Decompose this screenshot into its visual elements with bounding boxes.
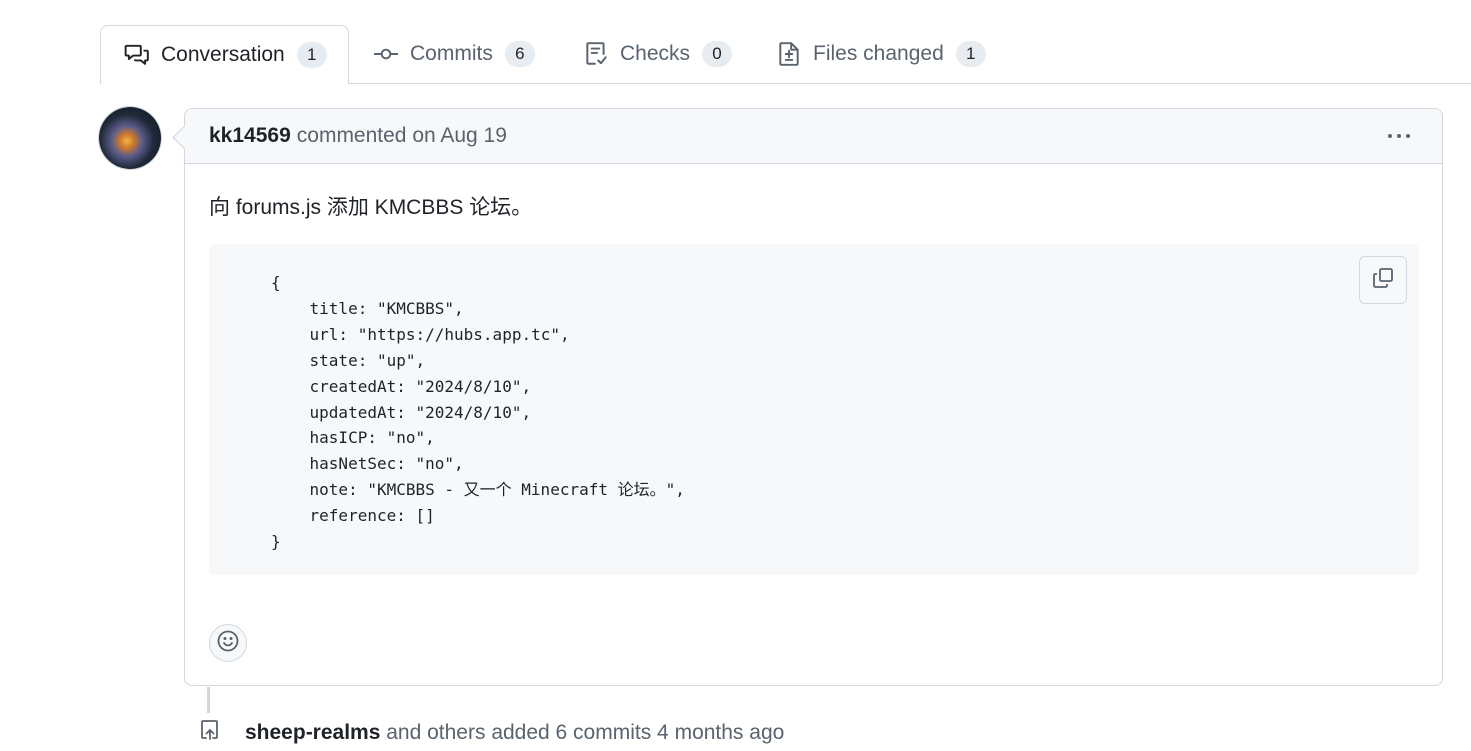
comment-body-text: 向 forums.js 添加 KMCBBS 论坛。 — [209, 196, 533, 219]
tab-commits[interactable]: Commits 6 — [373, 25, 535, 83]
tab-checks-label: Checks — [620, 42, 691, 65]
add-reaction-button[interactable] — [209, 624, 247, 662]
tab-files-changed-label: Files changed — [813, 42, 944, 65]
smiley-icon — [216, 629, 240, 658]
repo-push-icon — [198, 718, 222, 747]
push-event-badge — [191, 713, 229, 751]
code-content: { title: "KMCBBS", url: "https://hubs.ap… — [271, 273, 685, 552]
tab-files-changed-count: 1 — [955, 41, 986, 67]
kebab-dot — [1406, 134, 1410, 138]
git-commit-icon — [373, 41, 399, 67]
copy-icon — [1371, 266, 1395, 295]
tab-conversation-label: Conversation — [161, 43, 285, 66]
comment-timestamp[interactable]: commented on Aug 19 — [297, 124, 507, 148]
more-options-button[interactable] — [1382, 123, 1416, 149]
avatar[interactable] — [99, 107, 161, 169]
comment-header: kk14569 commented on Aug 19 — [185, 109, 1442, 164]
tab-checks[interactable]: Checks 0 — [583, 25, 733, 83]
tab-commits-count: 6 — [504, 41, 535, 67]
code-block: { title: "KMCBBS", url: "https://hubs.ap… — [209, 244, 1419, 575]
tab-checks-count: 0 — [702, 41, 733, 67]
pr-tab-bar: Conversation 1 Commits 6 Checks 0 Files … — [100, 25, 1471, 84]
tab-conversation[interactable]: Conversation 1 — [100, 25, 349, 84]
checklist-icon — [583, 41, 609, 67]
comment-box: kk14569 commented on Aug 19 向 forums.js … — [184, 108, 1443, 686]
tab-files-changed[interactable]: Files changed 1 — [776, 25, 986, 83]
comment-discussion-icon — [124, 42, 150, 68]
kebab-dot — [1388, 134, 1392, 138]
file-diff-icon — [776, 41, 802, 67]
tab-commits-label: Commits — [410, 42, 493, 65]
copy-button[interactable] — [1359, 256, 1407, 304]
kebab-dot — [1397, 134, 1401, 138]
timeline-connector — [207, 687, 210, 713]
comment-author-link[interactable]: kk14569 — [209, 124, 291, 148]
tab-conversation-count: 1 — [296, 42, 327, 68]
commit-event-summary: sheep-realms and others added 6 commits … — [245, 721, 784, 745]
